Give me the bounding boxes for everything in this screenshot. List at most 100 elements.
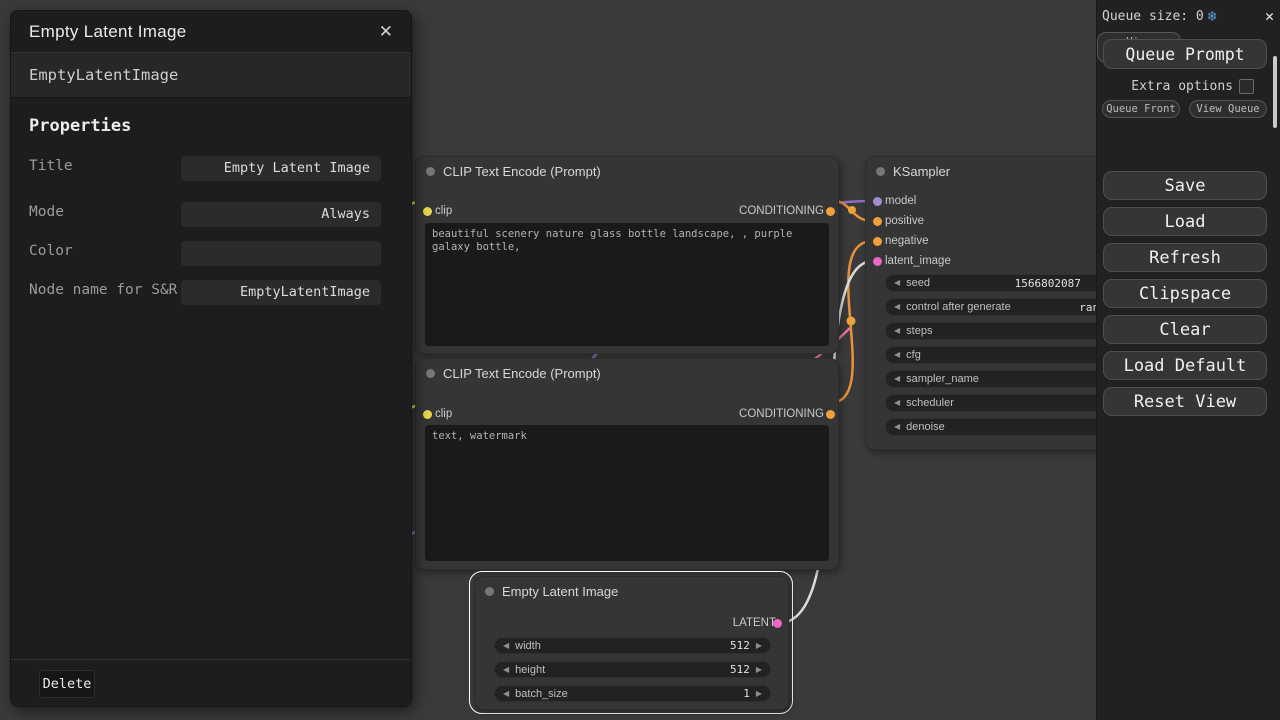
field-label: Title — [29, 156, 179, 176]
latent-image-input-port[interactable] — [873, 257, 882, 266]
node-type-band: EmptyLatentImage — [11, 53, 411, 98]
height-widget[interactable]: ◀ height 512 ▶ — [494, 661, 771, 678]
delete-button[interactable]: Delete — [39, 670, 95, 698]
node-properties-dialog: Empty Latent Image ✕ EmptyLatentImage Pr… — [10, 10, 412, 707]
properties-heading: Properties — [29, 116, 411, 136]
scrollbar[interactable] — [1273, 56, 1277, 128]
empty-latent-image-node[interactable]: Empty Latent Image LATENT ◀ width 512 ▶ … — [474, 576, 789, 710]
decrement-arrow-icon[interactable]: ◀ — [894, 351, 900, 359]
decrement-arrow-icon[interactable]: ◀ — [894, 423, 900, 431]
comfyui-canvas[interactable]: CLIP Text Encode (Prompt) clip CONDITION… — [0, 0, 1280, 720]
widget-label: steps — [906, 325, 932, 337]
queue-prompt-button[interactable]: Queue Prompt — [1103, 39, 1267, 69]
node-title: CLIP Text Encode (Prompt) — [443, 366, 601, 381]
mode-field[interactable]: Always — [181, 202, 381, 227]
conditioning-output-port[interactable] — [826, 410, 835, 419]
extra-options-checkbox[interactable] — [1239, 79, 1254, 94]
field-row-color: Color — [29, 241, 391, 261]
node-type-name: EmptyLatentImage — [29, 66, 178, 84]
field-label: Node name for S&R — [29, 280, 179, 300]
negative-input-port[interactable] — [873, 237, 882, 246]
color-field[interactable] — [181, 241, 381, 266]
clip-text-encode-node-negative[interactable]: CLIP Text Encode (Prompt) clip CONDITION… — [415, 358, 839, 570]
queue-size-label: Queue size: 0 — [1102, 9, 1204, 24]
conditioning-output-port[interactable] — [826, 207, 835, 216]
latent-output-port[interactable] — [773, 619, 782, 628]
close-icon[interactable]: ✕ — [1265, 7, 1274, 25]
widget-label: sampler_name — [906, 373, 979, 385]
increment-arrow-icon[interactable]: ▶ — [756, 690, 762, 698]
decrement-arrow-icon[interactable]: ◀ — [503, 666, 509, 674]
dialog-title: Empty Latent Image — [29, 22, 187, 42]
positive-input-port[interactable] — [873, 217, 882, 226]
load-button[interactable]: Load — [1103, 207, 1267, 236]
widget-label: scheduler — [906, 397, 954, 409]
node-title: KSampler — [893, 164, 950, 179]
positive-input-label: positive — [885, 215, 924, 227]
field-row-sr-name: Node name for S&R EmptyLatentImage — [29, 280, 391, 300]
increment-arrow-icon[interactable]: ▶ — [756, 666, 762, 674]
snowflake-icon: ❄ — [1208, 7, 1217, 25]
clear-button[interactable]: Clear — [1103, 315, 1267, 344]
menu-topbar: Queue size: 0 ❄ ✕ — [1097, 0, 1280, 32]
batch-size-widget[interactable]: ◀ batch_size 1 ▶ — [494, 685, 771, 702]
sr-name-field[interactable]: EmptyLatentImage — [181, 280, 381, 305]
node-title: CLIP Text Encode (Prompt) — [443, 164, 601, 179]
widget-label: batch_size — [515, 688, 568, 700]
node-header[interactable]: CLIP Text Encode (Prompt) — [416, 359, 838, 387]
prompt-text-area[interactable]: text, watermark — [425, 425, 829, 561]
extra-options-label: Extra options — [1131, 79, 1233, 94]
width-widget[interactable]: ◀ width 512 ▶ — [494, 637, 771, 654]
title-field[interactable]: Empty Latent Image — [181, 156, 381, 181]
latent-image-input-label: latent_image — [885, 255, 951, 267]
dialog-footer: Delete — [11, 659, 411, 706]
close-icon[interactable]: ✕ — [375, 20, 397, 44]
queue-front-button[interactable]: Queue Front — [1102, 100, 1180, 118]
increment-arrow-icon[interactable]: ▶ — [756, 642, 762, 650]
widget-value: 512 — [730, 639, 750, 652]
comfyui-menu-panel: Queue size: 0 ❄ ✕ Queue Prompt Extra opt… — [1096, 0, 1280, 720]
field-label: Color — [29, 241, 179, 261]
node-title: Empty Latent Image — [502, 584, 618, 599]
decrement-arrow-icon[interactable]: ◀ — [894, 375, 900, 383]
conditioning-output-label: CONDITIONING — [739, 205, 824, 217]
decrement-arrow-icon[interactable]: ◀ — [503, 690, 509, 698]
collapse-dot-icon[interactable] — [876, 167, 885, 176]
clip-input-port[interactable] — [423, 410, 432, 419]
decrement-arrow-icon[interactable]: ◀ — [503, 642, 509, 650]
node-header[interactable]: Empty Latent Image — [475, 577, 788, 605]
latent-output-label: LATENT — [733, 617, 776, 629]
negative-input-label: negative — [885, 235, 928, 247]
wire-midpoint-dot — [847, 317, 856, 326]
reset-view-button[interactable]: Reset View — [1103, 387, 1267, 416]
widget-label: width — [515, 640, 541, 652]
collapse-dot-icon[interactable] — [485, 587, 494, 596]
widget-label: seed — [906, 277, 930, 289]
clip-input-port[interactable] — [423, 207, 432, 216]
dialog-titlebar[interactable]: Empty Latent Image ✕ — [11, 11, 411, 53]
decrement-arrow-icon[interactable]: ◀ — [894, 399, 900, 407]
refresh-button[interactable]: Refresh — [1103, 243, 1267, 272]
widget-label: cfg — [906, 349, 921, 361]
decrement-arrow-icon[interactable]: ◀ — [894, 279, 900, 287]
collapse-dot-icon[interactable] — [426, 167, 435, 176]
field-label: Mode — [29, 202, 179, 222]
clipspace-button[interactable]: Clipspace — [1103, 279, 1267, 308]
prompt-text-area[interactable]: beautiful scenery nature glass bottle la… — [425, 223, 829, 346]
decrement-arrow-icon[interactable]: ◀ — [894, 303, 900, 311]
clip-text-encode-node-positive[interactable]: CLIP Text Encode (Prompt) clip CONDITION… — [415, 156, 839, 354]
extra-options-row: Extra options — [1097, 79, 1280, 94]
widget-label: height — [515, 664, 545, 676]
slot-row: clip CONDITIONING — [416, 404, 838, 424]
slot-row: clip CONDITIONING — [416, 201, 838, 221]
decrement-arrow-icon[interactable]: ◀ — [894, 327, 900, 335]
widget-value: 1566802087 — [1015, 277, 1081, 290]
model-input-port[interactable] — [873, 197, 882, 206]
model-input-label: model — [885, 195, 916, 207]
view-queue-button[interactable]: View Queue — [1189, 100, 1267, 118]
collapse-dot-icon[interactable] — [426, 369, 435, 378]
node-header[interactable]: CLIP Text Encode (Prompt) — [416, 157, 838, 185]
save-button[interactable]: Save — [1103, 171, 1267, 200]
clip-input-label: clip — [435, 408, 452, 420]
load-default-button[interactable]: Load Default — [1103, 351, 1267, 380]
